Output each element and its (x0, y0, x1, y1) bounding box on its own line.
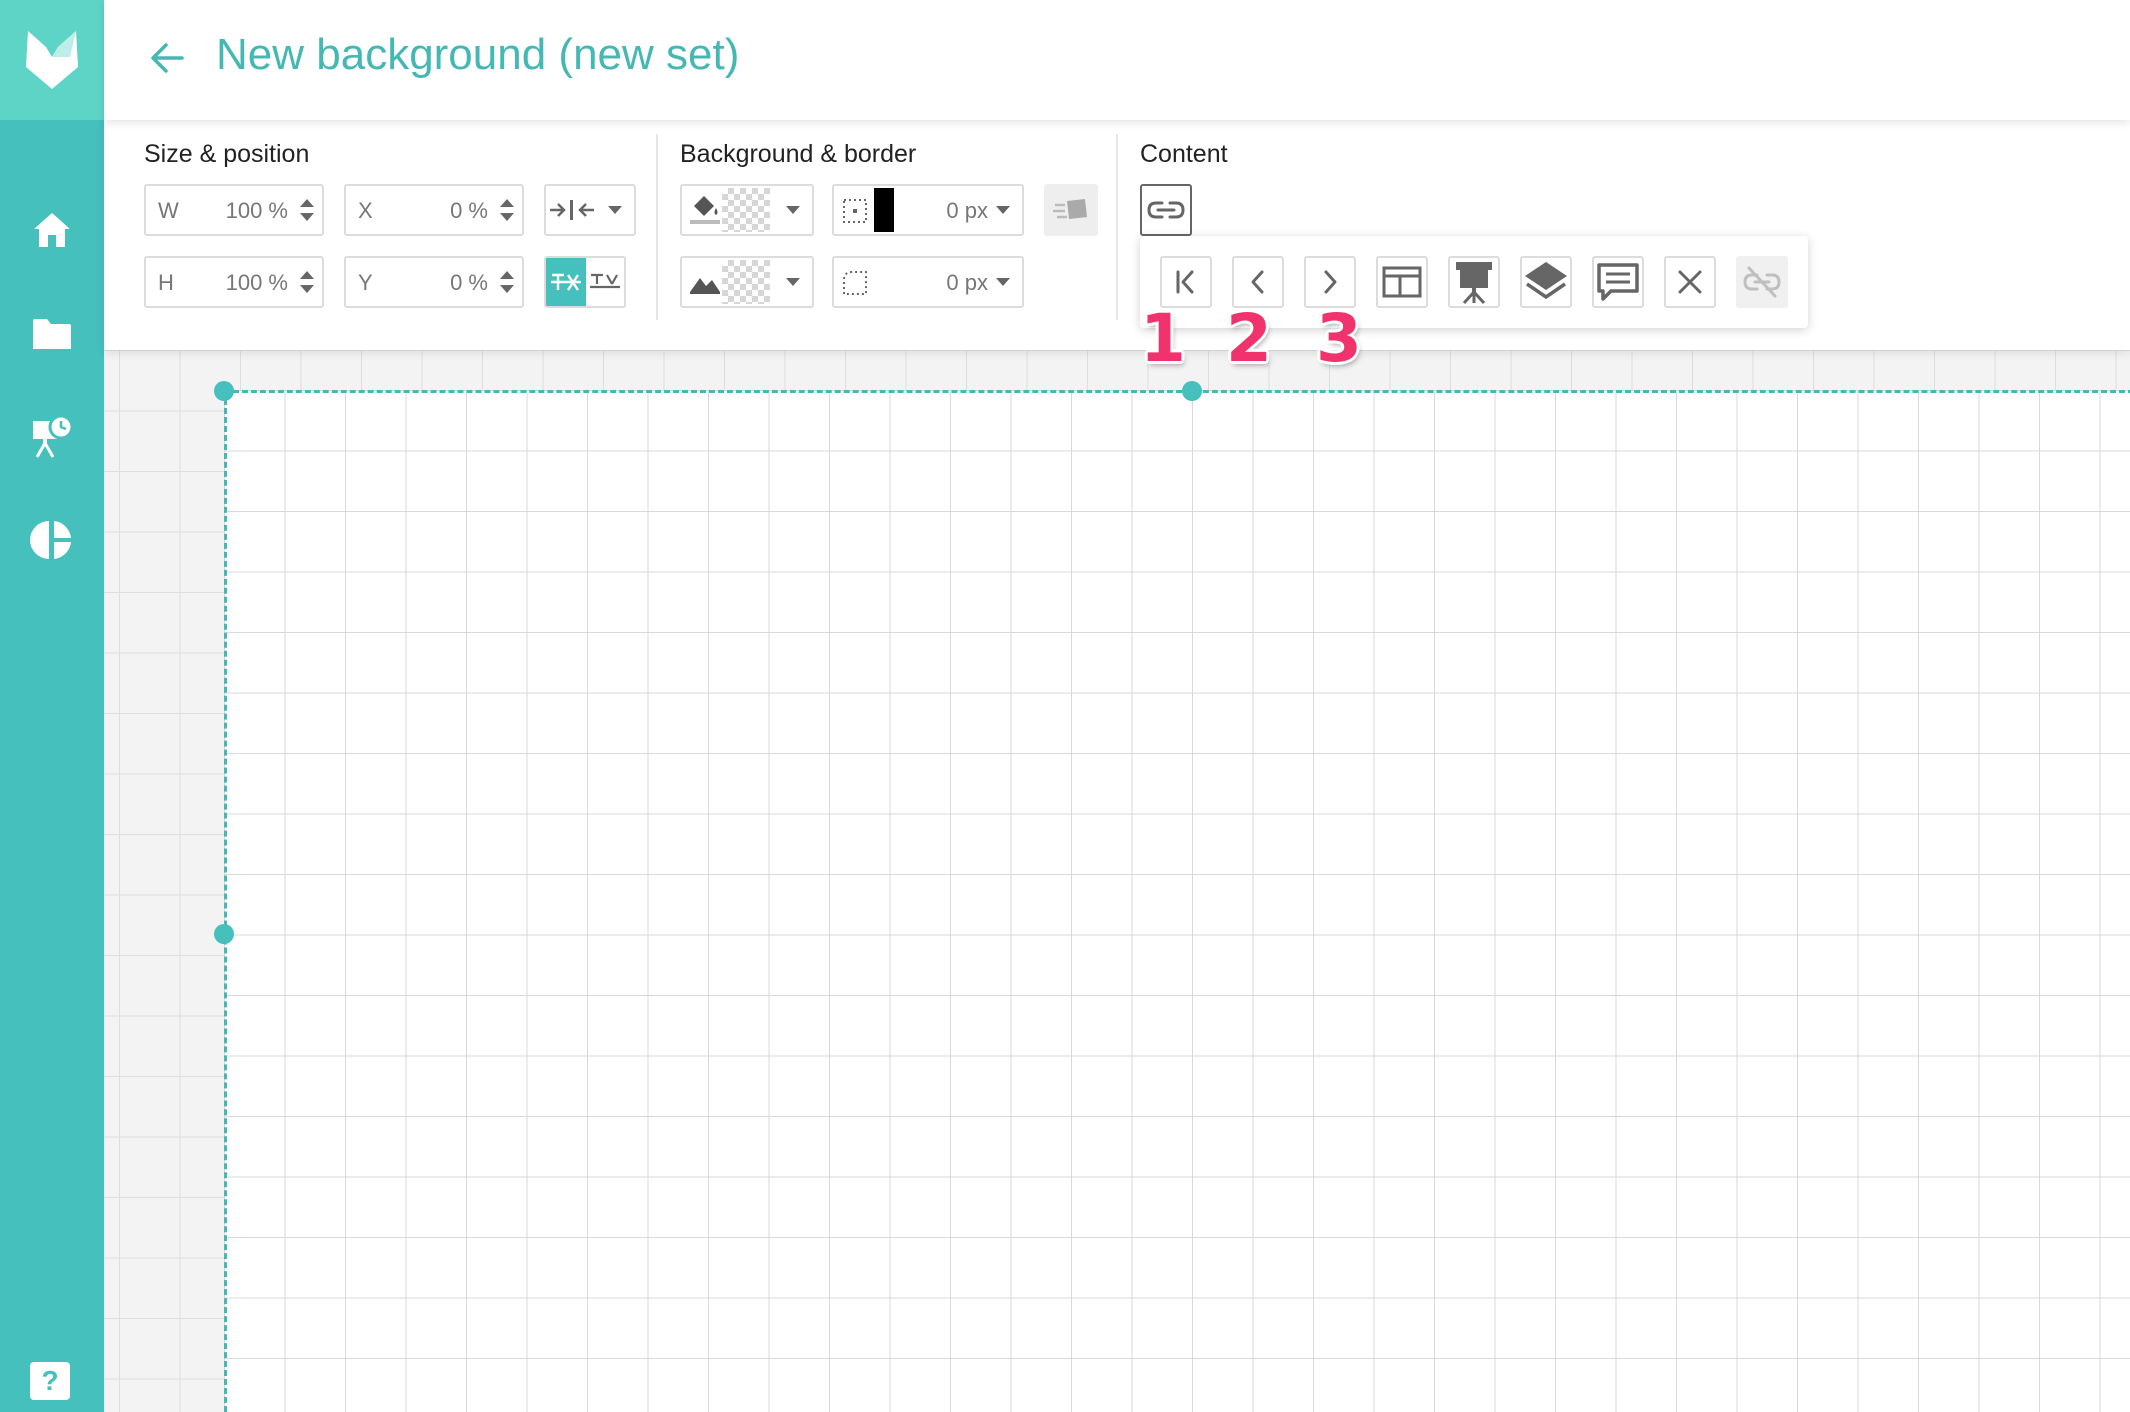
mountain-image-icon (690, 278, 720, 294)
chevron-down-icon (996, 206, 1010, 214)
paint-bucket-icon (690, 196, 720, 224)
content-title: Content (1140, 140, 1228, 168)
folder-icon (33, 319, 71, 349)
x-value: 0 % (450, 198, 488, 223)
layers-button[interactable] (1520, 256, 1572, 308)
sidebar-item-folder[interactable] (26, 308, 78, 360)
link-content-button[interactable] (1140, 184, 1192, 236)
resize-handle-top-left[interactable] (214, 381, 234, 401)
transparent-swatch (722, 188, 770, 232)
app-logo[interactable] (0, 0, 104, 120)
border-width-value: 0 px (946, 198, 988, 223)
page-title: New background (new set) (216, 30, 740, 79)
stepper-icon[interactable] (298, 195, 316, 225)
unlink-button[interactable] (1736, 256, 1788, 308)
slide-area[interactable] (224, 390, 2130, 1412)
text-fit-x-button[interactable] (546, 258, 586, 306)
comment-icon (1597, 263, 1639, 301)
selection-border-top (224, 390, 2130, 393)
chevron-down-icon (786, 206, 800, 214)
chevron-down-icon (608, 206, 622, 214)
page-header: New background (new set) (104, 0, 2130, 120)
text-fit-x-icon (551, 273, 581, 291)
border-radius-dropdown[interactable]: 0 px (832, 256, 1024, 308)
first-page-icon (1176, 270, 1194, 294)
background-image-dropdown[interactable] (680, 256, 814, 308)
height-label: H (158, 270, 174, 295)
pie-chart-icon (30, 521, 71, 559)
fill-color-dropdown[interactable] (680, 184, 814, 236)
comment-button[interactable] (1592, 256, 1644, 308)
editor-canvas[interactable] (104, 350, 2130, 1412)
sidebar-item-stats[interactable] (26, 514, 78, 566)
separator (656, 134, 658, 320)
close-icon (1678, 270, 1702, 294)
y-label: Y (358, 270, 373, 295)
presentation-button[interactable] (1448, 256, 1500, 308)
border-width-dropdown[interactable]: 0 px (832, 184, 1024, 236)
width-label: W (158, 198, 179, 223)
properties-toolbar: Size & position W 100 % X 0 % H 100 % Y … (104, 120, 2130, 350)
stepper-icon[interactable] (498, 195, 516, 225)
align-center-icon (550, 200, 594, 220)
unlink-icon (1743, 266, 1781, 298)
link-icon (1147, 201, 1185, 219)
align-horizontal-dropdown[interactable] (544, 184, 636, 236)
annotation-number-2: 2 (1226, 300, 1272, 377)
corner-radius-icon (843, 271, 867, 295)
arrow-left-icon (151, 43, 184, 73)
height-field[interactable]: H 100 % (144, 256, 324, 308)
separator (1116, 134, 1118, 320)
home-icon (34, 213, 70, 247)
width-value: 100 % (225, 198, 288, 223)
presentation-icon (1456, 262, 1492, 304)
text-fit-y-icon (590, 273, 620, 289)
sidebar: ? (0, 0, 104, 1412)
chevron-left-icon (1251, 270, 1264, 294)
x-label: X (358, 198, 373, 223)
border-color-swatch[interactable] (874, 188, 894, 232)
x-field[interactable]: X 0 % (344, 184, 524, 236)
text-fit-toggle[interactable] (544, 256, 626, 308)
annotation-number-3: 3 (1316, 300, 1362, 377)
y-value: 0 % (450, 270, 488, 295)
text-fit-y-button[interactable] (586, 258, 624, 306)
y-field[interactable]: Y 0 % (344, 256, 524, 308)
shadow-icon (1053, 199, 1087, 219)
layout-icon (1382, 266, 1422, 298)
annotation-number-1: 1 (1140, 300, 1186, 377)
layers-icon (1525, 262, 1567, 300)
chevron-right-icon (1324, 270, 1337, 294)
stepper-icon[interactable] (298, 267, 316, 297)
help-button[interactable]: ? (30, 1362, 70, 1400)
selection-border-left (224, 390, 227, 1412)
remove-button[interactable] (1664, 256, 1716, 308)
size-position-title: Size & position (144, 140, 310, 168)
sidebar-item-presentation[interactable] (26, 410, 78, 462)
resize-handle-left[interactable] (214, 924, 234, 944)
border-style-icon (843, 199, 867, 223)
fox-logo-icon (26, 31, 78, 89)
presentation-clock-icon (33, 414, 74, 458)
back-button[interactable] (144, 34, 192, 82)
transparent-swatch (722, 260, 770, 304)
width-field[interactable]: W 100 % (144, 184, 324, 236)
stepper-icon[interactable] (498, 267, 516, 297)
shadow-button[interactable] (1044, 184, 1098, 236)
border-radius-value: 0 px (946, 270, 988, 295)
height-value: 100 % (225, 270, 288, 295)
background-border-title: Background & border (680, 140, 917, 168)
chevron-down-icon (996, 278, 1010, 286)
sidebar-item-home[interactable] (26, 204, 78, 256)
layout-button[interactable] (1376, 256, 1428, 308)
chevron-down-icon (786, 278, 800, 286)
resize-handle-top[interactable] (1182, 381, 1202, 401)
